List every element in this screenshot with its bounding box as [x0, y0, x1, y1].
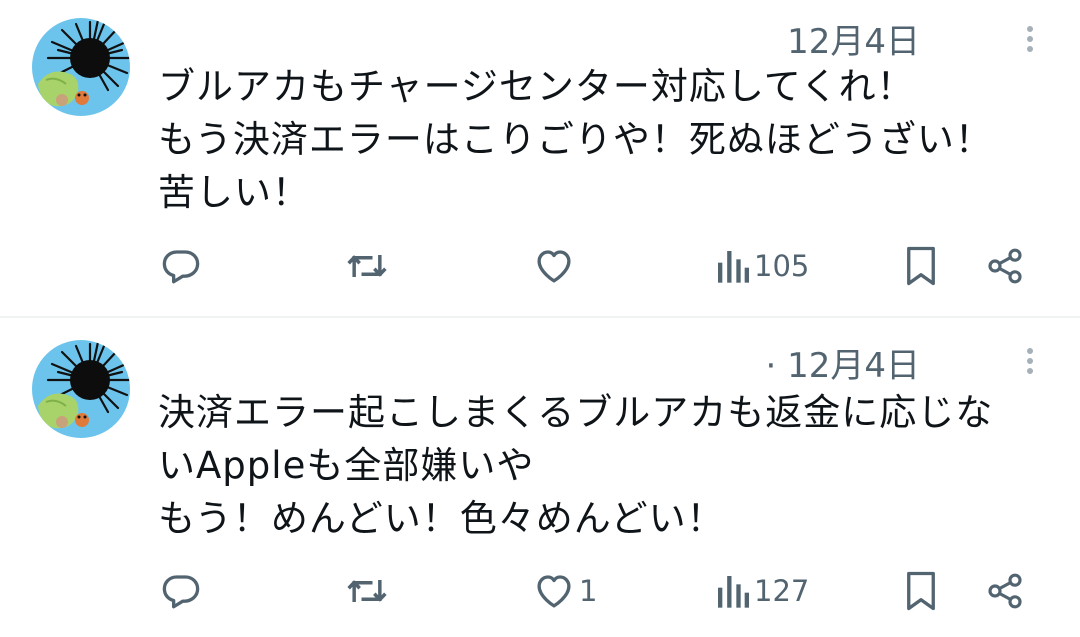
analytics-icon — [718, 251, 749, 283]
reply-button[interactable] — [160, 236, 206, 296]
reply-icon — [162, 250, 200, 284]
views-button[interactable]: 127 — [716, 561, 809, 621]
tweet-text-line: もう！めんどい！色々めんどい！ — [158, 497, 725, 540]
share-icon — [988, 573, 1022, 609]
retweet-button[interactable] — [345, 561, 393, 621]
bookmark-button[interactable] — [903, 236, 939, 296]
tweet-text-line: ブルアカもチャージセンター対応してくれ！ — [158, 65, 915, 108]
bookmark-icon — [907, 571, 935, 611]
heart-icon — [537, 575, 571, 608]
retweet-icon — [347, 580, 387, 602]
tweet[interactable]: 12月4日 ブルアカもチャージセンター対応してくれ！ もう決済エラーはこりごりや… — [0, 0, 1080, 318]
tweet-text-line: 苦しい！ — [158, 171, 310, 214]
like-button[interactable]: 1 — [533, 561, 597, 621]
tweet[interactable]: · 12月4日 決済エラー起こしまくるブルアカも返金に応じな いAppleも全部… — [0, 318, 1080, 637]
retweet-button[interactable] — [345, 236, 393, 296]
tweet-text-line: 決済エラー起こしまくるブルアカも返金に応じな — [158, 391, 994, 434]
tweet-text-line: もう決済エラーはこりごりや！死ぬほどうざい！ — [158, 118, 993, 161]
like-button[interactable] — [533, 236, 579, 296]
sea-urchin-avatar-image — [32, 18, 130, 116]
avatar[interactable] — [32, 18, 130, 116]
heart-icon — [537, 250, 571, 283]
share-button[interactable] — [985, 561, 1025, 621]
reply-icon — [162, 575, 200, 609]
tweet-timestamp[interactable]: · 12月4日 — [765, 338, 920, 387]
tweet-actions: 1 127 — [0, 561, 1080, 621]
views-button[interactable]: 105 — [716, 236, 809, 296]
more-vertical-icon[interactable] — [1016, 344, 1044, 378]
analytics-icon — [718, 576, 749, 608]
tweet-actions: 105 — [0, 236, 1080, 296]
more-vertical-icon[interactable] — [1016, 22, 1044, 56]
view-count: 105 — [754, 249, 810, 283]
share-button[interactable] — [985, 236, 1025, 296]
reply-button[interactable] — [160, 561, 206, 621]
retweet-icon — [347, 255, 387, 277]
sea-urchin-avatar-image — [32, 340, 130, 438]
like-count: 1 — [579, 574, 598, 608]
share-icon — [988, 248, 1022, 284]
avatar[interactable] — [32, 340, 130, 438]
tweet-timestamp[interactable]: 12月4日 — [787, 14, 920, 63]
tweet-header: 12月4日 — [160, 10, 920, 63]
tweet-text: 決済エラー起こしまくるブルアカも返金に応じな いAppleも全部嫌いや もう！め… — [158, 386, 1058, 545]
bookmark-icon — [907, 246, 935, 286]
tweet-text: ブルアカもチャージセンター対応してくれ！ もう決済エラーはこりごりや！死ぬほどう… — [158, 60, 1058, 219]
tweet-text-line: いAppleも全部嫌いや — [158, 444, 535, 487]
view-count: 127 — [754, 574, 810, 608]
bookmark-button[interactable] — [903, 561, 939, 621]
tweet-header: · 12月4日 — [160, 334, 920, 387]
